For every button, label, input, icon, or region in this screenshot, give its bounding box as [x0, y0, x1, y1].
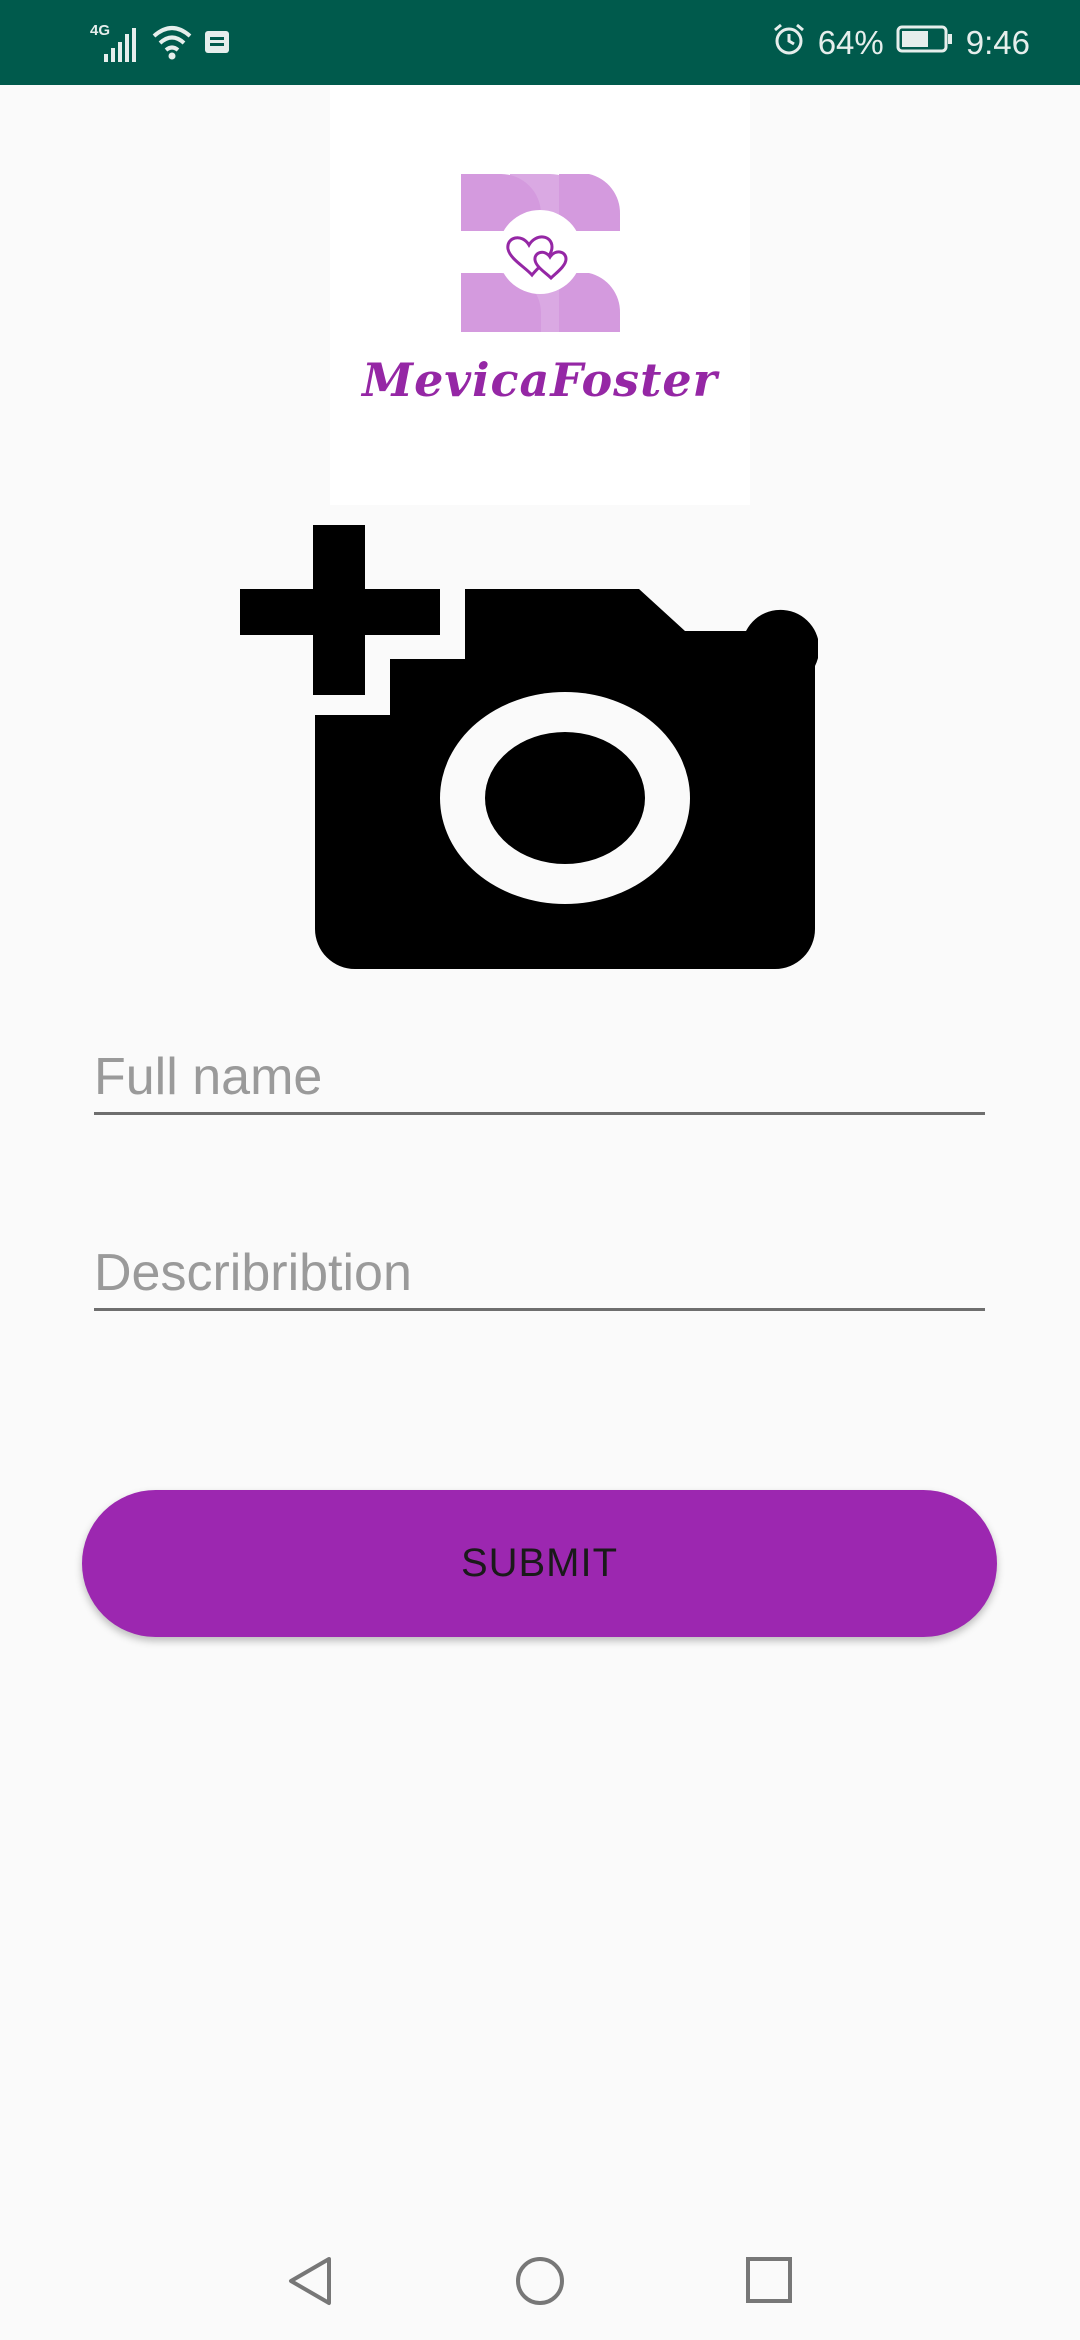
add-photo-button[interactable] — [238, 525, 820, 970]
alarm-clock-icon — [772, 22, 806, 64]
status-left-icons: 4G — [90, 22, 232, 66]
full-name-input[interactable] — [94, 1042, 985, 1112]
status-right-icons: 64% 9:46 — [772, 18, 1030, 68]
app-logo: MevicaFoster — [330, 85, 750, 505]
home-circle-icon[interactable] — [514, 2255, 566, 2312]
recents-square-icon[interactable] — [745, 2255, 793, 2310]
description-field[interactable] — [94, 1238, 985, 1311]
brand-name: MevicaFoster — [362, 353, 718, 407]
system-nav-bar — [0, 2220, 1080, 2340]
back-triangle-icon[interactable] — [285, 2255, 335, 2312]
full-name-field[interactable] — [94, 1042, 985, 1115]
status-bar: 4G 64% 9:46 — [0, 0, 1080, 85]
logo-mark-icon — [461, 174, 621, 332]
clock-time: 9:46 — [965, 24, 1030, 61]
submit-label: SUBMIT — [460, 1541, 619, 1585]
description-input[interactable] — [94, 1238, 985, 1308]
battery-icon — [896, 24, 954, 62]
notification-icon — [202, 27, 232, 62]
add-a-photo-icon — [240, 525, 820, 969]
signal-icon: 4G — [90, 22, 142, 64]
battery-percent: 64% — [817, 24, 884, 61]
wifi-icon — [152, 24, 192, 65]
submit-button[interactable]: SUBMIT — [82, 1490, 997, 1637]
